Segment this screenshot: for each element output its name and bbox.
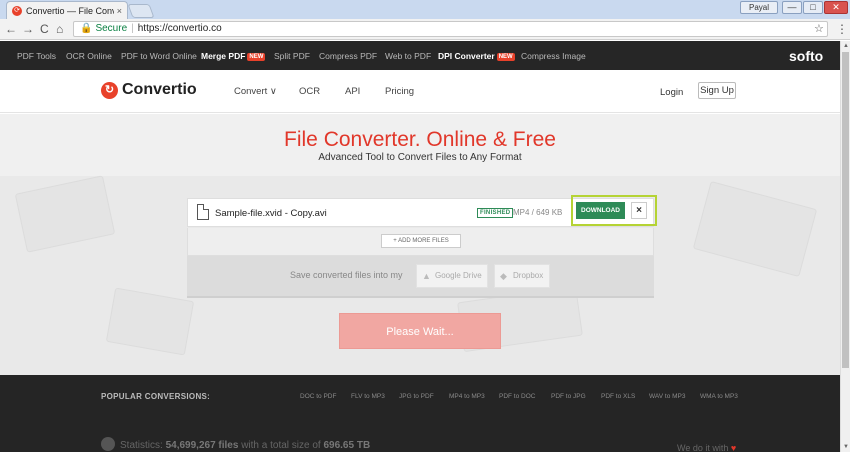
scroll-up-icon[interactable]: ▲ bbox=[841, 41, 850, 51]
product-link-web-to-pdf[interactable]: Web to PDF bbox=[385, 51, 431, 61]
new-badge: NEW bbox=[247, 53, 266, 61]
dropbox-icon: ◆ bbox=[500, 271, 507, 281]
page-scrollbar[interactable]: ▲ ▼ bbox=[840, 41, 850, 452]
product-link-dpi-converter[interactable]: DPI Converter NEW bbox=[438, 51, 515, 61]
site-header: ↻ Convertio Convert ∨ OCR API Pricing Lo… bbox=[0, 70, 840, 113]
browser-menu-icon[interactable]: ⋮ bbox=[836, 22, 848, 36]
google-drive-label: Google Drive bbox=[435, 271, 482, 280]
scroll-down-icon[interactable]: ▼ bbox=[841, 442, 850, 452]
tagline-text: We do it with bbox=[677, 443, 729, 452]
convertio-favicon-icon: ⟳ bbox=[12, 5, 22, 16]
browser-tab[interactable]: ⟳ Convertio — File Conve × bbox=[6, 1, 128, 19]
popular-conversions-label: POPULAR CONVERSIONS: bbox=[101, 392, 211, 401]
popular-link[interactable]: WAV to MP3 bbox=[649, 393, 685, 400]
convertio-logo-icon: ↻ bbox=[101, 81, 118, 99]
product-link-compress-image[interactable]: Compress Image bbox=[521, 51, 586, 61]
dropbox-button[interactable]: ◆ Dropbox bbox=[494, 264, 550, 288]
tab-title: Convertio — File Conve bbox=[26, 5, 114, 16]
nav-pricing[interactable]: Pricing bbox=[385, 86, 414, 97]
product-bar: PDF Tools OCR Online PDF to Word Online … bbox=[0, 41, 850, 70]
statistics-icon bbox=[101, 437, 115, 451]
page-title: File Converter. Online & Free bbox=[284, 128, 556, 151]
convert-button[interactable]: Please Wait... bbox=[339, 313, 501, 349]
popular-link[interactable]: DOC to PDF bbox=[300, 393, 336, 400]
popular-link[interactable]: JPG to PDF bbox=[399, 393, 434, 400]
statistics-label: Statistics: bbox=[120, 440, 163, 451]
secure-label: Secure bbox=[95, 23, 128, 34]
logo-text: Convertio bbox=[122, 81, 197, 98]
close-window-button[interactable]: ✕ bbox=[824, 1, 848, 14]
minimize-button[interactable]: — bbox=[782, 1, 802, 14]
product-link-merge-pdf[interactable]: Merge PDF NEW bbox=[201, 51, 266, 61]
product-link-pdf-to-word[interactable]: PDF to Word Online bbox=[121, 51, 197, 61]
popular-link[interactable]: WMA to MP3 bbox=[700, 393, 738, 400]
profile-button[interactable]: Payal bbox=[740, 1, 778, 14]
url-text: https://convertio.co bbox=[137, 23, 222, 34]
statistics: Statistics: 54,699,267 files with a tota… bbox=[101, 437, 370, 451]
home-icon[interactable]: ⌂ bbox=[56, 22, 63, 36]
dropbox-label: Dropbox bbox=[513, 271, 544, 280]
download-button[interactable]: DOWNLOAD bbox=[576, 202, 625, 219]
login-link[interactable]: Login bbox=[660, 87, 683, 98]
popular-link[interactable]: MP4 to MP3 bbox=[449, 393, 485, 400]
google-drive-icon: ▲ bbox=[422, 271, 431, 281]
new-badge: NEW bbox=[496, 53, 515, 61]
product-link-split-pdf[interactable]: Split PDF bbox=[274, 51, 310, 61]
nav-ocr[interactable]: OCR bbox=[299, 86, 320, 97]
reload-icon[interactable]: C bbox=[40, 22, 49, 36]
product-link-compress-pdf[interactable]: Compress PDF bbox=[319, 51, 377, 61]
product-link-label: DPI Converter bbox=[438, 51, 495, 61]
statistics-mid: with a total size of bbox=[241, 440, 321, 451]
footer-tagline: We do it with ♥ bbox=[677, 443, 736, 452]
file-icon bbox=[197, 204, 209, 220]
hero-section: File Converter. Online & Free Advanced T… bbox=[0, 114, 840, 375]
popular-link[interactable]: PDF to JPG bbox=[551, 393, 586, 400]
nav-convert[interactable]: Convert ∨ bbox=[234, 86, 277, 97]
address-toolbar: ← → C ⌂ 🔒 Secure | https://convertio.co ☆ ⋮ bbox=[0, 19, 850, 40]
browser-titlebar: ⟳ Convertio — File Conve × Payal — □ ✕ bbox=[0, 0, 850, 19]
softo-logo[interactable]: softo bbox=[789, 48, 823, 64]
signup-button[interactable]: Sign Up bbox=[698, 82, 736, 99]
save-label: Save converted files into my bbox=[290, 270, 403, 280]
statistics-files: 54,699,267 files bbox=[165, 440, 239, 451]
url-bar[interactable]: 🔒 Secure | https://convertio.co bbox=[73, 21, 828, 37]
add-more-files-button[interactable]: + ADD MORE FILES bbox=[381, 234, 461, 248]
heart-icon: ♥ bbox=[730, 443, 737, 452]
scrollbar-thumb[interactable] bbox=[842, 52, 849, 368]
convertio-logo[interactable]: ↻ Convertio bbox=[101, 81, 197, 99]
page-subtitle: Advanced Tool to Convert Files to Any Fo… bbox=[318, 152, 522, 163]
background-decoration bbox=[105, 287, 195, 356]
maximize-button[interactable]: □ bbox=[803, 1, 823, 14]
remove-file-button[interactable]: × bbox=[631, 202, 647, 219]
statistics-size: 696.65 TB bbox=[323, 440, 371, 451]
add-more-row: + ADD MORE FILES bbox=[187, 228, 654, 256]
google-drive-button[interactable]: ▲ Google Drive bbox=[416, 264, 488, 288]
new-tab-button[interactable] bbox=[127, 4, 155, 18]
popular-link[interactable]: FLV to MP3 bbox=[351, 393, 385, 400]
forward-icon[interactable]: → bbox=[22, 22, 34, 36]
product-link-label: Merge PDF bbox=[201, 51, 246, 61]
product-link-ocr-online[interactable]: OCR Online bbox=[66, 51, 112, 61]
save-to-cloud-row: Save converted files into my ▲ Google Dri… bbox=[187, 256, 654, 298]
file-format-size: MP4 / 649 KB bbox=[513, 208, 563, 217]
product-link-pdf-tools[interactable]: PDF Tools bbox=[17, 51, 56, 61]
lock-icon: 🔒 bbox=[80, 23, 93, 34]
popular-link[interactable]: PDF to DOC bbox=[499, 393, 535, 400]
bookmark-star-icon[interactable]: ☆ bbox=[814, 22, 824, 35]
site-footer: POPULAR CONVERSIONS: DOC to PDF FLV to M… bbox=[0, 375, 840, 452]
file-name: Sample-file.xvid - Copy.avi bbox=[215, 208, 327, 219]
background-decoration bbox=[14, 175, 116, 253]
status-badge: FINISHED bbox=[477, 208, 514, 218]
file-row: Sample-file.xvid - Copy.avi FINISHED MP4… bbox=[187, 195, 657, 227]
back-icon[interactable]: ← bbox=[5, 22, 17, 36]
background-decoration bbox=[692, 180, 818, 278]
download-highlight: DOWNLOAD × bbox=[571, 195, 657, 226]
tab-close-icon[interactable]: × bbox=[117, 6, 122, 16]
popular-link[interactable]: PDF to XLS bbox=[601, 393, 635, 400]
nav-api[interactable]: API bbox=[345, 86, 360, 97]
